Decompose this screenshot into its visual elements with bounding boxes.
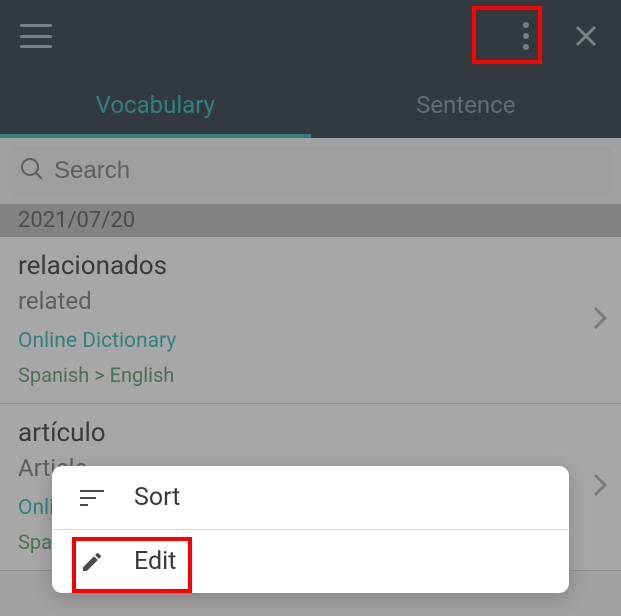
popup-sort[interactable]: Sort	[52, 466, 569, 529]
popup-sort-label: Sort	[134, 483, 180, 512]
edit-icon	[78, 548, 106, 576]
popup-edit-label: Edit	[134, 547, 176, 576]
popup-edit[interactable]: Edit	[52, 529, 569, 593]
popup-menu: Sort Edit	[52, 466, 569, 593]
sort-icon	[78, 484, 106, 512]
